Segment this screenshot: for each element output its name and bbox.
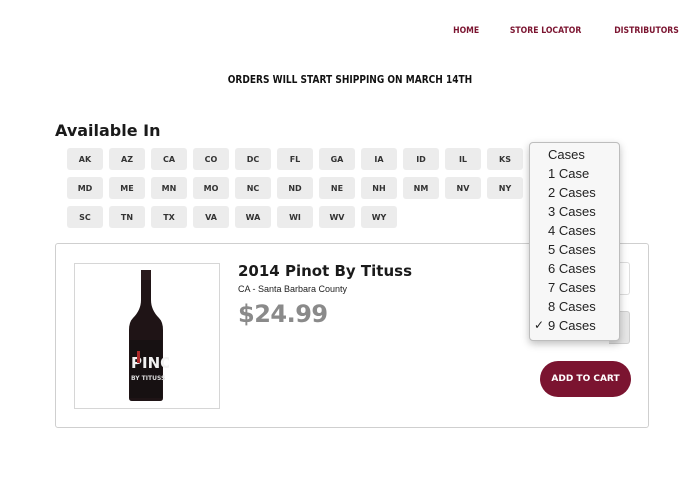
state-tag[interactable]: MO: [193, 177, 229, 199]
state-tag[interactable]: ND: [277, 177, 313, 199]
dropdown-option[interactable]: 3 Cases: [530, 202, 619, 221]
dropdown-option[interactable]: 5 Cases: [530, 240, 619, 259]
dropdown-option[interactable]: 1 Case: [530, 164, 619, 183]
dropdown-option-label: 8 Cases: [548, 299, 596, 314]
bottle-label-big: PINO: [131, 354, 169, 372]
dropdown-option[interactable]: 4 Cases: [530, 221, 619, 240]
state-tag[interactable]: DC: [235, 148, 271, 170]
state-tag[interactable]: TX: [151, 206, 187, 228]
dropdown-option[interactable]: 8 Cases: [530, 297, 619, 316]
state-tag[interactable]: NC: [235, 177, 271, 199]
dropdown-option[interactable]: Cases: [530, 145, 619, 164]
state-tag[interactable]: IA: [361, 148, 397, 170]
state-tag[interactable]: NV: [445, 177, 481, 199]
cases-dropdown-list[interactable]: Cases 1 Case 2 Cases 3 Cases 4 Cases 5 Cases 6…: [529, 142, 620, 341]
state-tag[interactable]: WY: [361, 206, 397, 228]
top-nav: HOME STORE LOCATOR DISTRIBUTORS: [433, 26, 688, 36]
dropdown-option[interactable]: 7 Cases: [530, 278, 619, 297]
product-name[interactable]: 2014 Pinot By Tituss: [238, 262, 412, 280]
state-tag[interactable]: TN: [109, 206, 145, 228]
state-tag[interactable]: IL: [445, 148, 481, 170]
state-tag[interactable]: CA: [151, 148, 187, 170]
state-tag[interactable]: AZ: [109, 148, 145, 170]
state-tag[interactable]: CO: [193, 148, 229, 170]
state-tag[interactable]: ID: [403, 148, 439, 170]
product-region: CA - Santa Barbara County: [238, 284, 348, 294]
dropdown-option-label: 7 Cases: [548, 280, 596, 295]
available-in-heading: Available In: [55, 121, 161, 140]
state-tag[interactable]: AK: [67, 148, 103, 170]
nav-store-locator-link[interactable]: STORE LOCATOR: [506, 26, 584, 36]
add-to-cart-button[interactable]: ADD TO CART: [540, 361, 631, 397]
state-tag[interactable]: FL: [277, 148, 313, 170]
dropdown-option[interactable]: ✓ 9 Cases: [530, 316, 619, 335]
product-image[interactable]: PINO BY TITUSS: [74, 263, 220, 409]
state-tag[interactable]: NH: [361, 177, 397, 199]
product-price: $24.99: [238, 300, 328, 328]
dropdown-option[interactable]: 6 Cases: [530, 259, 619, 278]
dropdown-option-label: 6 Cases: [548, 261, 596, 276]
state-tag[interactable]: GA: [319, 148, 355, 170]
dropdown-option-label: 1 Case: [548, 166, 590, 181]
dropdown-option-label: Cases: [548, 147, 585, 162]
state-tag[interactable]: MD: [67, 177, 103, 199]
dropdown-option[interactable]: 2 Cases: [530, 183, 619, 202]
dropdown-option-label: 4 Cases: [548, 223, 596, 238]
state-tag[interactable]: SC: [67, 206, 103, 228]
state-tag[interactable]: KS: [487, 148, 523, 170]
nav-home-link[interactable]: HOME: [450, 26, 483, 36]
state-tag[interactable]: WV: [319, 206, 355, 228]
wine-bottle-image: PINO BY TITUSS: [129, 270, 169, 401]
dropdown-option-label: 9 Cases: [548, 318, 596, 333]
state-tag[interactable]: MN: [151, 177, 187, 199]
dropdown-option-label: 5 Cases: [548, 242, 596, 257]
state-tag[interactable]: NY: [487, 177, 523, 199]
dropdown-option-label: 2 Cases: [548, 185, 596, 200]
state-tag[interactable]: WA: [235, 206, 271, 228]
nav-distributors-link[interactable]: DISTRIBUTORS: [611, 26, 682, 36]
shipping-banner: ORDERS WILL START SHIPPING ON MARCH 14TH: [227, 73, 473, 86]
state-tag[interactable]: NM: [403, 177, 439, 199]
dropdown-option-label: 3 Cases: [548, 204, 596, 219]
state-tag[interactable]: WI: [277, 206, 313, 228]
state-tag[interactable]: VA: [193, 206, 229, 228]
bottle-label-small: BY TITUSS: [131, 375, 165, 382]
state-tag[interactable]: NE: [319, 177, 355, 199]
state-tag[interactable]: ME: [109, 177, 145, 199]
checkmark-icon: ✓: [534, 318, 545, 332]
